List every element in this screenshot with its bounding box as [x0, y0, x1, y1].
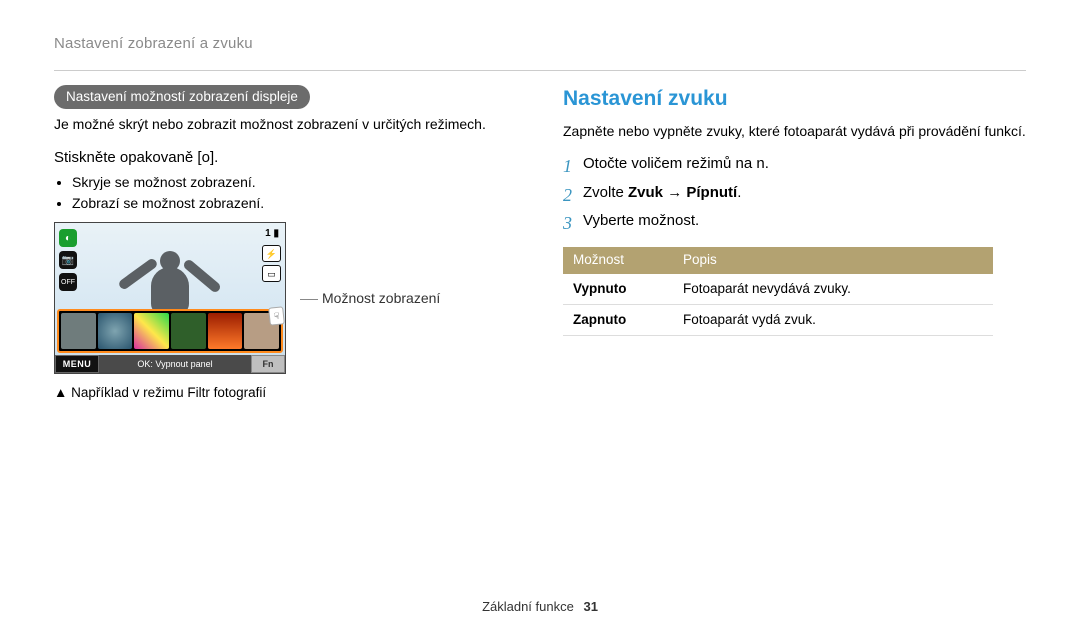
- callout-line-icon: [300, 299, 318, 300]
- step2-b2: Pípnutí: [686, 184, 737, 201]
- camera-icon: 📷: [59, 251, 77, 269]
- left-subhead: Stiskněte opakovaně [o].: [54, 148, 517, 168]
- opt-desc: Fotoaparát vydá zvuk.: [673, 304, 993, 335]
- page-footer: Základní funkce 31: [0, 598, 1080, 616]
- right-column: Nastavení zvuku Zapněte nebo vypněte zvu…: [563, 85, 1026, 402]
- left-column: Nastavení možností zobrazení displeje Je…: [54, 85, 517, 402]
- thumb: [134, 313, 169, 349]
- step-number: 3: [563, 211, 583, 235]
- subhead-post: ].: [210, 149, 218, 166]
- hand-cursor-icon: ☟: [268, 307, 285, 326]
- preview-callout: Možnost zobrazení: [300, 289, 440, 308]
- options-table: Možnost Popis Vypnuto Fotoaparát nevydáv…: [563, 247, 993, 336]
- table-row: Zapnuto Fotoaparát vydá zvuk.: [563, 304, 993, 335]
- thumb: [171, 313, 206, 349]
- th-desc: Popis: [673, 247, 993, 273]
- thumb: [61, 313, 96, 349]
- page-header: Nastavení zobrazení a zvuku: [54, 34, 1026, 54]
- step-3: 3 Vyberte možnost.: [563, 211, 1026, 235]
- fn-button: Fn: [251, 355, 285, 373]
- example-note: ▲ Například v režimu Filtr fotografií: [54, 384, 517, 402]
- mode-dial-icon: n: [756, 155, 764, 172]
- off-icon: OFF: [59, 273, 77, 291]
- step3-text: Vyberte možnost.: [583, 211, 699, 231]
- menu-button: MENU: [55, 355, 99, 373]
- step2-b1: Zvuk: [628, 184, 663, 201]
- opt-key: Zapnuto: [563, 304, 673, 335]
- footer-section: Základní funkce: [482, 599, 574, 614]
- step1-post: .: [765, 155, 769, 172]
- preview-counter: 1 ▮: [265, 227, 279, 241]
- th-option: Možnost: [563, 247, 673, 273]
- section-pill: Nastavení možností zobrazení displeje: [54, 85, 310, 109]
- sound-title: Nastavení zvuku: [563, 85, 1026, 113]
- table-row: Vypnuto Fotoaparát nevydává zvuky.: [563, 274, 993, 305]
- footer-page-number: 31: [583, 599, 597, 614]
- callout-text: Možnost zobrazení: [322, 290, 440, 306]
- opt-desc: Fotoaparát nevydává zvuky.: [673, 274, 993, 305]
- arrow-icon: →: [663, 184, 686, 201]
- left-bullets: Skryje se možnost zobrazení. Zobrazí se …: [54, 173, 517, 213]
- mode-icon: ◐: [59, 229, 77, 247]
- step1-pre: Otočte voličem režimů na: [583, 155, 756, 172]
- step-number: 1: [563, 154, 583, 178]
- camera-preview: ◐ 📷 OFF 1 ▮ ⚡ ▭ ☟: [54, 222, 286, 374]
- separator: [54, 70, 1026, 71]
- flash-icon: ⚡: [262, 245, 281, 262]
- bullet-show: Zobrazí se možnost zobrazení.: [72, 194, 517, 213]
- step2-pre: Zvolte: [583, 184, 628, 201]
- step-2: 2 Zvolte Zvuk → Pípnutí.: [563, 183, 1026, 207]
- opt-key: Vypnuto: [563, 274, 673, 305]
- bullet-hide: Skryje se možnost zobrazení.: [72, 173, 517, 192]
- step-number: 2: [563, 183, 583, 207]
- thumb: [208, 313, 243, 349]
- preview-right-icons: ⚡ ▭: [262, 245, 281, 282]
- steps-list: 1 Otočte voličem režimů na n. 2 Zvolte Z…: [563, 154, 1026, 235]
- thumb: [98, 313, 133, 349]
- ok-label: OK: Vypnout panel: [99, 355, 251, 373]
- subhead-pre: Stiskněte opakovaně [: [54, 149, 202, 166]
- left-intro: Je možné skrýt nebo zobrazit možnost zob…: [54, 115, 517, 134]
- size-icon: ▭: [262, 265, 281, 282]
- sound-intro: Zapněte nebo vypněte zvuky, které fotoap…: [563, 122, 1026, 141]
- thumbnail-strip: ☟: [57, 309, 283, 353]
- preview-bottom-bar: MENU OK: Vypnout panel Fn: [55, 355, 285, 373]
- preview-left-icons: ◐ 📷 OFF: [59, 229, 77, 291]
- step-1: 1 Otočte voličem režimů na n.: [563, 154, 1026, 178]
- disp-button-icon: o: [202, 149, 210, 166]
- step2-post: .: [737, 184, 741, 201]
